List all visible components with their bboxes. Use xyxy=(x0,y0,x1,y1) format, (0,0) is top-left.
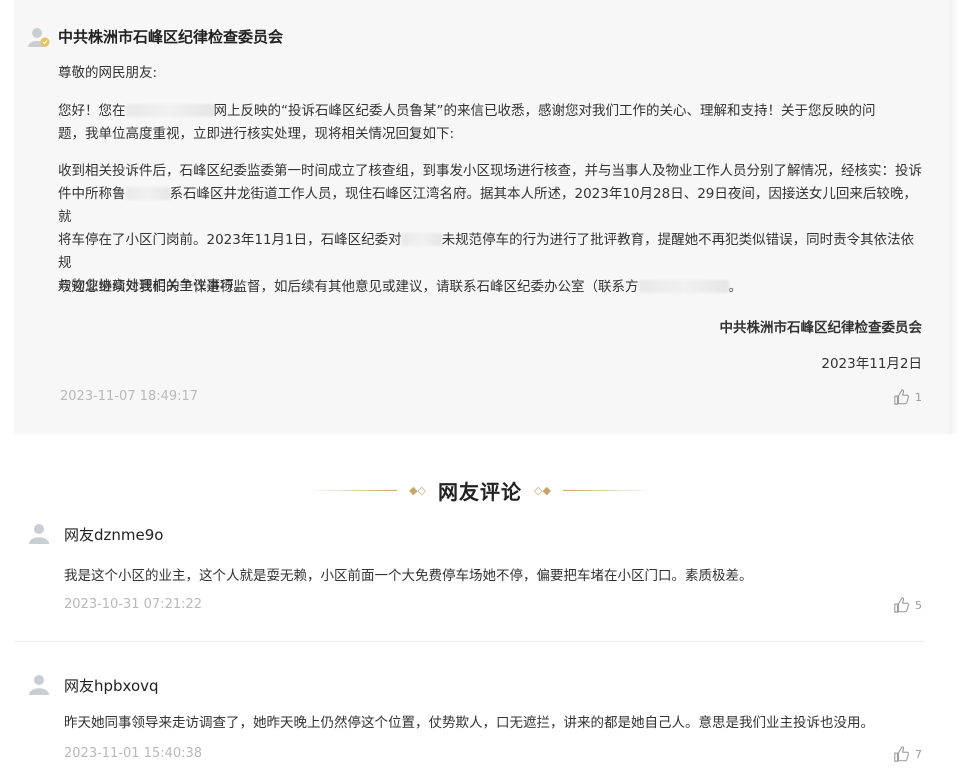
reply-timestamp: 2023-11-07 18:49:17 xyxy=(60,389,199,404)
redacted-text xyxy=(125,187,170,200)
redacted-text xyxy=(401,233,442,246)
reply-paragraph-3: 欢迎您继续对我们的工作进行监督，如后续有其他意见或建议，请联系石峰区纪委办公室（… xyxy=(58,279,742,295)
comment-timestamp: 2023-11-01 15:40:38 xyxy=(64,746,203,761)
diamond-ornament-icon: ◇◆ xyxy=(534,483,551,497)
thumbs-up-icon xyxy=(894,746,909,762)
comments-section-header: ◆◇ 网友评论 ◇◆ xyxy=(0,472,960,508)
comment-author[interactable]: 网友hpbxovq xyxy=(64,675,159,696)
salutation: 尊敬的网民朋友: xyxy=(58,65,158,81)
card-edge xyxy=(950,0,958,434)
decor-line-left xyxy=(307,489,398,491)
org-name: 中共株洲市石峰区纪律检查委员会 xyxy=(58,28,284,46)
redacted-text xyxy=(125,104,214,117)
user-avatar-icon xyxy=(28,522,50,544)
thumbs-up-icon xyxy=(894,389,909,405)
org-avatar-icon xyxy=(28,26,50,48)
thumbs-up-icon xyxy=(894,597,909,613)
section-title: 网友评论 xyxy=(438,479,522,504)
sign-date: 2023年11月2日 xyxy=(821,356,922,372)
user-avatar-icon xyxy=(28,673,50,695)
like-count: 5 xyxy=(915,598,922,612)
like-button[interactable]: 7 xyxy=(893,745,922,763)
redacted-text xyxy=(638,280,729,293)
comment-author[interactable]: 网友dznme9o xyxy=(64,524,163,545)
diamond-ornament-icon: ◆◇ xyxy=(409,483,426,497)
like-count: 7 xyxy=(915,747,922,761)
comment-timestamp: 2023-10-31 07:21:22 xyxy=(64,597,203,612)
like-count: 1 xyxy=(915,390,922,404)
comment-text: 我是这个小区的业主，这个人就是耍无赖，小区前面一个大免费停车场她不停，偏要把车堵… xyxy=(64,568,753,584)
like-button[interactable]: 5 xyxy=(893,596,922,614)
reply-paragraph-1: 您好！您在 网上反映的“投诉石峰区纪委人员鲁某”的来信已收悉，感谢您对我们工作的关… xyxy=(58,103,876,142)
comment-divider xyxy=(14,641,924,642)
decor-line-right xyxy=(562,489,653,491)
signature: 中共株洲市石峰区纪律检查委员会 xyxy=(719,320,923,336)
comment-text: 昨天她同事领导来走访调查了，她昨天晚上仍然停这个位置，仗势欺人，口无遮拦，讲来的… xyxy=(64,715,874,731)
like-button[interactable]: 1 xyxy=(893,388,922,406)
